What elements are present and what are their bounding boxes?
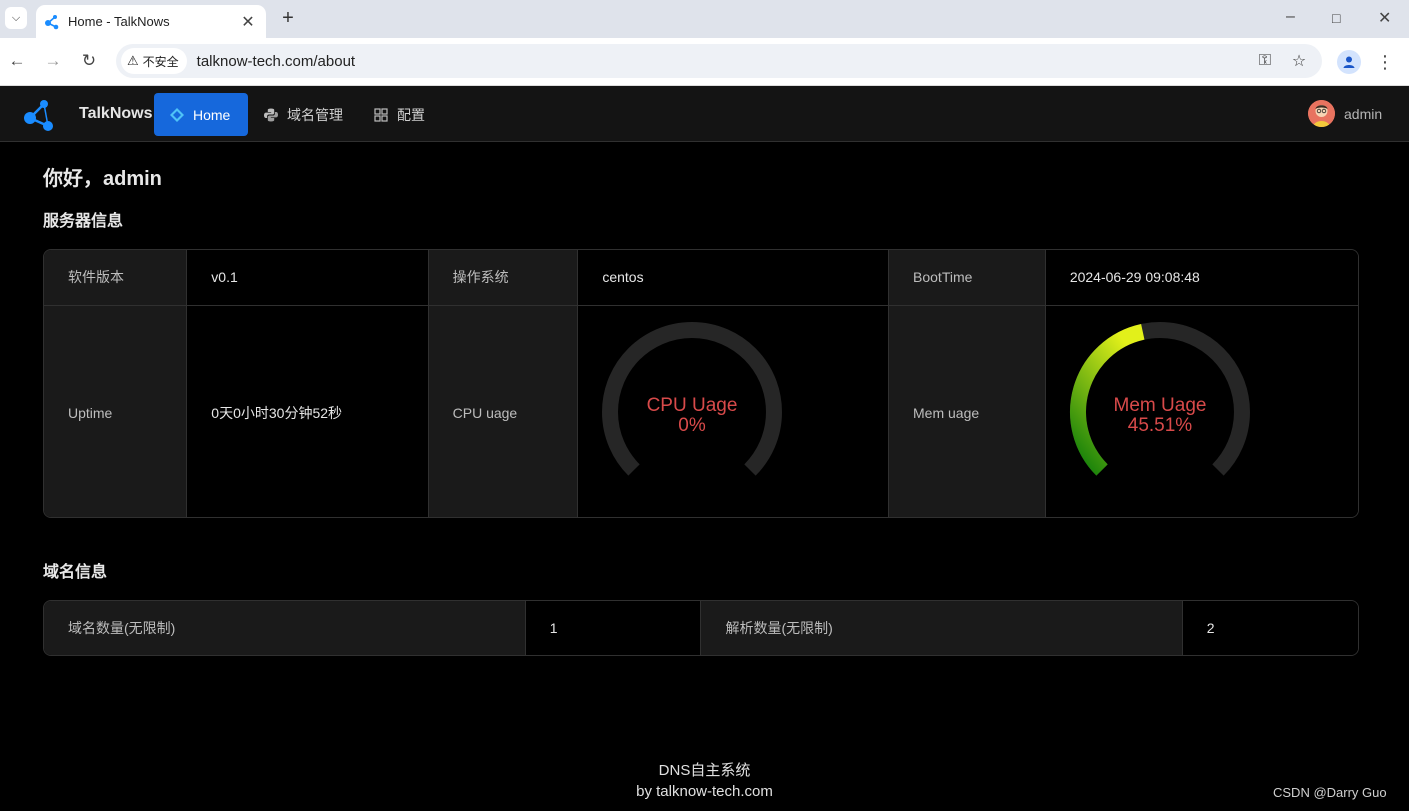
more-menu-icon[interactable]: ⋮ (1376, 50, 1394, 74)
browser-toolbar: ← → ↻ ⚠ 不安全 talknow-tech.com/about ⚿ ☆ ⋮ (0, 38, 1409, 86)
server-info-title: 服务器信息 (43, 213, 124, 230)
watermark: CSDN @Darry Guo (1273, 785, 1387, 800)
brand-name: TalkNows (79, 105, 153, 122)
grid-icon (374, 107, 388, 122)
tab-close-icon[interactable]: ✕ (238, 12, 258, 32)
forward-icon[interactable]: → (42, 50, 64, 72)
mem-gauge-value: 45.51% (1128, 415, 1193, 436)
warning-icon: ⚠ (127, 53, 139, 68)
boottime-value: 2024-06-29 09:08:48 (1044, 250, 1358, 306)
window-close-icon[interactable]: ✕ (1378, 8, 1391, 28)
mem-gauge-title: Mem Uage (1113, 395, 1206, 416)
mem-gauge: Mem Uage 45.51% (1069, 321, 1250, 476)
domain-count-value: 1 (524, 601, 702, 655)
tab-title: Home - TalkNows (68, 14, 170, 29)
menu-item-label: 配置 (397, 106, 425, 123)
record-count-label: 解析数量(无限制) (700, 601, 1183, 655)
key-icon[interactable]: ⚿ (1254, 52, 1276, 70)
mem-gauge-cell: Mem Uage 45.51% (1044, 304, 1358, 517)
security-label: 不安全 (142, 54, 179, 69)
menu-item-label: Home (193, 106, 231, 123)
footer-line-2: by talknow-tech.com (636, 783, 773, 800)
mem-label: Mem uage (888, 304, 1046, 517)
user-avatar-icon (1308, 100, 1335, 127)
browser-tab-active[interactable]: Home - TalkNows ✕ (36, 5, 266, 38)
domain-info-title: 域名信息 (43, 564, 108, 581)
menu-item-settings[interactable]: 配置 (358, 93, 441, 136)
profile-icon[interactable] (1337, 50, 1361, 74)
cpu-label: CPU uage (427, 304, 579, 517)
diamond-icon (170, 107, 184, 122)
security-chip[interactable]: ⚠ 不安全 (121, 48, 187, 74)
software-version-label: 软件版本 (44, 250, 188, 306)
menu-item-label: 域名管理 (287, 106, 343, 123)
os-label: 操作系统 (427, 250, 579, 306)
server-info-table: 软件版本 v0.1 操作系统 centos BootTime 2024-06-2… (43, 249, 1359, 518)
cpu-gauge: CPU Uage 0% (602, 321, 783, 476)
user-name: admin (1344, 105, 1383, 122)
avatar (1308, 100, 1335, 127)
maximize-icon[interactable]: □ (1332, 10, 1340, 26)
footer: DNS自主系统 by talknow-tech.com (0, 760, 1409, 802)
record-count-value: 2 (1181, 601, 1358, 655)
app-header: TalkNows Home 域名管理 配置 admin (0, 86, 1409, 142)
menu-item-domain[interactable]: 域名管理 (248, 93, 359, 136)
page-title: 你好，admin (43, 168, 162, 190)
uptime-value: 0天0小时30分钟52秒 (186, 304, 429, 517)
new-tab-button[interactable]: + (278, 8, 298, 28)
software-version-value: v0.1 (186, 250, 429, 306)
browser-tabstrip: ⌵ Home - TalkNows ✕ + – □ ✕ (0, 0, 1409, 38)
tab-search-button[interactable]: ⌵ (5, 7, 27, 29)
user-menu[interactable]: admin (1308, 100, 1382, 127)
os-value: centos (577, 250, 890, 306)
footer-line-1: DNS自主系统 (658, 762, 751, 779)
address-bar[interactable]: ⚠ 不安全 talknow-tech.com/about ⚿ ☆ (116, 44, 1322, 78)
menu-item-home[interactable]: Home (154, 93, 248, 136)
tab-favicon-icon (45, 14, 59, 29)
cpu-gauge-title: CPU Uage (647, 395, 738, 416)
uptime-label: Uptime (44, 304, 188, 517)
boottime-label: BootTime (888, 250, 1046, 306)
url-text[interactable]: talknow-tech.com/about (197, 53, 1254, 70)
cpu-gauge-value: 0% (679, 415, 707, 436)
domain-info-table: 域名数量(无限制) 1 解析数量(无限制) 2 (43, 600, 1359, 656)
chevron-down-icon: ⌵ (11, 11, 21, 24)
minimize-icon[interactable]: – (1286, 8, 1295, 26)
reload-icon[interactable]: ↻ (78, 50, 100, 72)
star-icon[interactable]: ☆ (1288, 51, 1310, 71)
domain-count-label: 域名数量(无限制) (44, 601, 526, 655)
talknows-logo-icon (24, 100, 53, 131)
back-icon[interactable]: ← (6, 50, 28, 72)
cpu-gauge-cell: CPU Uage 0% (577, 304, 890, 517)
python-icon (264, 108, 278, 121)
